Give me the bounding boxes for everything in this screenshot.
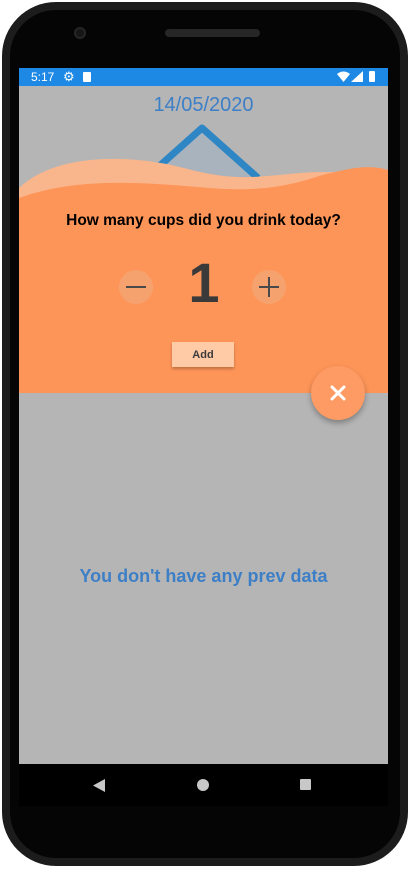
decrement-button[interactable] [119, 270, 153, 304]
recents-square-icon[interactable] [300, 779, 311, 790]
dialog-question: How many cups did you drink today? [66, 212, 341, 229]
back-triangle-icon[interactable] [93, 779, 105, 792]
home-circle-icon[interactable] [197, 779, 209, 791]
earpiece-speaker [165, 29, 260, 37]
status-time: 5:17 [31, 70, 55, 84]
wifi-icon [337, 71, 350, 82]
app-screen: 5:17 ⚙ 14/05/2020 How many cups did you … [19, 68, 388, 764]
signal-icon [351, 71, 363, 82]
gear-icon: ⚙ [63, 69, 75, 84]
increment-button[interactable] [252, 270, 286, 304]
front-camera [74, 27, 86, 39]
empty-state-message: You don't have any prev data [79, 566, 328, 586]
cup-count: 1 [188, 251, 220, 314]
add-button[interactable]: Add [172, 342, 234, 367]
minus-icon [126, 286, 146, 288]
status-bar: 5:17 ⚙ [19, 68, 388, 86]
close-icon [330, 385, 346, 401]
battery-icon [369, 71, 375, 82]
system-nav-bar [19, 764, 388, 806]
sd-card-icon [83, 72, 91, 82]
close-dialog-button[interactable] [311, 366, 365, 420]
date-label: 14/05/2020 [153, 94, 254, 116]
plus-icon [259, 277, 279, 297]
